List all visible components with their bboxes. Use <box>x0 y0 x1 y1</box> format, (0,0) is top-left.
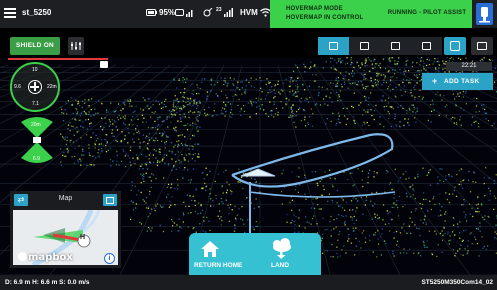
add-task-label: ADD TASK <box>444 78 480 85</box>
mini-map-panel: ⇄ Map H mapbox i <box>10 191 121 268</box>
battery-icon <box>146 9 157 16</box>
view-front-icon <box>360 42 369 50</box>
target-icon <box>450 41 460 51</box>
add-task-button[interactable]: + ADD TASK <box>422 73 493 90</box>
attitude-right-value: 22m <box>47 84 57 90</box>
sliders-icon <box>71 42 81 50</box>
flight-status-box: RUNNING - PILOT ASSIST <box>382 0 472 28</box>
attitude-top-value: 10 <box>32 67 38 73</box>
crosshair-icon <box>28 80 42 94</box>
mapbox-logo-icon <box>18 252 27 261</box>
mode-title: HOVERMAP MODE <box>286 6 343 12</box>
hovermap-mode-box: HOVERMAP MODE HOVERMAP IN CONTROL <box>270 0 382 28</box>
device-name: st_5250 <box>22 8 52 17</box>
flight-path-segment-2 <box>249 191 396 198</box>
attitude-gauge: 10 9.6 22m 7.1 <box>10 62 60 112</box>
hvm-status: HVM <box>240 8 271 17</box>
map-header: ⇄ Map <box>10 191 121 208</box>
action-panel: RETURN HOME LAND <box>189 233 321 275</box>
shield-toggle-button[interactable]: SHIELD ON <box>10 37 60 55</box>
land-icon <box>273 238 291 259</box>
view-front-button[interactable] <box>349 37 380 55</box>
land-label: LAND <box>270 262 290 269</box>
rc-signal-status <box>175 8 195 17</box>
battery-percent: 95% <box>159 8 176 17</box>
return-home-button[interactable]: RETURN HOME <box>189 233 255 275</box>
bottom-status-bar: D: 6.9 m H: 6.6 m S: 0.0 m/s ST5250M350C… <box>0 275 497 290</box>
top-status-bar: st_5250 95% 23 HVM HOVERMAP MODE HOVERMA… <box>0 0 497 28</box>
telemetry-readout: D: 6.9 m H: 6.6 m S: 0.0 m/s <box>5 279 90 286</box>
mapbox-logo-text: mapbox <box>28 252 73 263</box>
satellite-icon <box>203 8 213 17</box>
view-top-button[interactable] <box>318 37 349 55</box>
drone-id: ST5250M350Com14_02 <box>421 279 493 286</box>
view-top-icon <box>329 42 338 50</box>
camera-follow-button[interactable] <box>444 37 466 55</box>
proximity-top-value: 20m <box>31 122 41 128</box>
hvm-label: HVM <box>240 8 258 17</box>
flight-path <box>231 133 394 188</box>
attitude-bottom-value: 7.1 <box>32 101 39 107</box>
horizon-indicator-line <box>8 58 108 60</box>
view-side-icon <box>391 42 400 50</box>
view-side-button[interactable] <box>380 37 411 55</box>
mapbox-logo: mapbox <box>18 252 73 263</box>
satellite-count: 23 <box>216 6 222 13</box>
popout-map-button[interactable] <box>103 194 117 206</box>
controller-icon <box>479 7 490 23</box>
rc-signal-icon <box>175 9 193 17</box>
panel-icon <box>477 42 487 50</box>
info-icon[interactable]: i <box>104 253 115 264</box>
attitude-left-value: 9.6 <box>14 84 21 90</box>
plus-icon: + <box>432 76 438 86</box>
land-button[interactable]: LAND <box>255 233 321 275</box>
satellite-status: 23 <box>203 6 234 17</box>
home-position-icon <box>100 61 108 68</box>
flight-clock: 22:21 <box>446 62 492 71</box>
home-icon <box>201 241 219 257</box>
controller-button[interactable] <box>476 3 493 25</box>
view-mode-group <box>318 37 442 55</box>
proximity-bottom-value: 6.9 <box>33 156 40 162</box>
gps-signal-icon <box>223 8 233 17</box>
home-map-label: H <box>80 234 86 241</box>
proximity-indicator: 20m 6.9 <box>17 114 57 166</box>
view-3d-icon <box>422 42 431 50</box>
mode-subtitle: HOVERMAP IN CONTROL <box>286 15 364 21</box>
battery-status: 95% <box>146 8 175 17</box>
panel-menu-button[interactable] <box>471 37 493 55</box>
hamburger-menu-icon[interactable] <box>4 8 16 18</box>
adjust-button[interactable] <box>68 37 84 55</box>
view-3d-button[interactable] <box>411 37 442 55</box>
